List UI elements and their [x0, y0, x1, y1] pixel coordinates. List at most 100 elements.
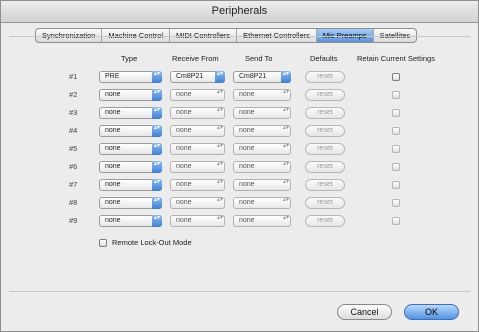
updown-arrows-icon: ▴▾	[215, 71, 225, 83]
send-to-popup: none ▴▾	[233, 197, 291, 209]
ok-button[interactable]: OK	[404, 304, 459, 320]
updown-arrows-icon: ▴▾	[282, 215, 290, 221]
remote-lockout-checkbox[interactable]	[99, 239, 107, 247]
send-to-popup: none ▴▾	[233, 125, 291, 137]
retain-settings-checkbox[interactable]	[392, 73, 400, 81]
updown-arrows-icon: ▴▾	[282, 125, 290, 131]
updown-arrows-icon: ▴▾	[216, 161, 224, 167]
receive-from-popup-value: none	[176, 109, 192, 116]
receive-from-popup[interactable]: Cm8P21 ▴▾	[170, 71, 225, 83]
peripherals-window: Peripherals Synchronization Machine Cont…	[0, 0, 479, 332]
updown-arrows-icon: ▴▾	[282, 89, 290, 95]
send-to-popup-value: none	[239, 127, 255, 134]
remote-lockout-label: Remote Lock-Out Mode	[112, 238, 192, 247]
reset-button: reset	[305, 107, 345, 119]
title-bar[interactable]: Peripherals	[1, 1, 478, 23]
receive-from-popup-value: none	[176, 181, 192, 188]
updown-arrows-icon: ▴▾	[216, 89, 224, 95]
send-to-popup[interactable]: Cm8P21 ▴▾	[233, 71, 291, 83]
updown-arrows-icon: ▴▾	[282, 197, 290, 203]
group-divider-bottom	[9, 291, 470, 292]
type-popup[interactable]: none ▴▾	[99, 215, 162, 227]
updown-arrows-icon: ▴▾	[216, 179, 224, 185]
receive-from-popup: none ▴▾	[170, 161, 225, 173]
updown-arrows-icon: ▴▾	[152, 197, 162, 209]
type-popup[interactable]: none ▴▾	[99, 125, 162, 137]
type-popup[interactable]: PRE ▴▾	[99, 71, 162, 83]
updown-arrows-icon: ▴▾	[152, 71, 162, 83]
retain-settings-checkbox	[392, 145, 400, 153]
receive-from-popup-value: none	[176, 199, 192, 206]
col-header-retain: Retain Current Settings	[357, 54, 435, 63]
type-popup[interactable]: none ▴▾	[99, 143, 162, 155]
reset-button: reset	[305, 143, 345, 155]
retain-settings-checkbox	[392, 199, 400, 207]
type-popup-value: none	[105, 217, 121, 224]
updown-arrows-icon: ▴▾	[282, 107, 290, 113]
col-header-defaults: Defaults	[310, 54, 338, 63]
reset-button: reset	[305, 215, 345, 227]
col-header-receive-from: Receive From	[172, 54, 219, 63]
receive-from-popup: none ▴▾	[170, 125, 225, 137]
updown-arrows-icon: ▴▾	[216, 197, 224, 203]
updown-arrows-icon: ▴▾	[281, 71, 291, 83]
updown-arrows-icon: ▴▾	[216, 125, 224, 131]
reset-button: reset	[305, 197, 345, 209]
row-label: #2	[69, 90, 78, 99]
reset-button: reset	[305, 125, 345, 137]
send-to-popup: none ▴▾	[233, 143, 291, 155]
send-to-popup-value: Cm8P21	[239, 73, 267, 80]
row-label: #5	[69, 144, 78, 153]
updown-arrows-icon: ▴▾	[282, 179, 290, 185]
type-popup[interactable]: none ▴▾	[99, 89, 162, 101]
row-label: #7	[69, 180, 78, 189]
updown-arrows-icon: ▴▾	[282, 143, 290, 149]
send-to-popup-value: none	[239, 109, 255, 116]
type-popup-value: none	[105, 109, 121, 116]
type-popup-value: none	[105, 181, 121, 188]
receive-from-popup: none ▴▾	[170, 197, 225, 209]
updown-arrows-icon: ▴▾	[216, 215, 224, 221]
send-to-popup: none ▴▾	[233, 107, 291, 119]
send-to-popup: none ▴▾	[233, 89, 291, 101]
send-to-popup-value: none	[239, 163, 255, 170]
receive-from-popup-value: none	[176, 217, 192, 224]
type-popup[interactable]: none ▴▾	[99, 107, 162, 119]
retain-settings-checkbox	[392, 181, 400, 189]
receive-from-popup-value: none	[176, 145, 192, 152]
updown-arrows-icon: ▴▾	[216, 143, 224, 149]
retain-settings-checkbox	[392, 91, 400, 99]
updown-arrows-icon: ▴▾	[152, 107, 162, 119]
type-popup[interactable]: none ▴▾	[99, 179, 162, 191]
group-divider-top	[9, 36, 470, 37]
updown-arrows-icon: ▴▾	[216, 107, 224, 113]
type-popup[interactable]: none ▴▾	[99, 197, 162, 209]
retain-settings-checkbox	[392, 127, 400, 135]
send-to-popup-value: none	[239, 217, 255, 224]
send-to-popup: none ▴▾	[233, 179, 291, 191]
send-to-popup: none ▴▾	[233, 215, 291, 227]
receive-from-popup-value: none	[176, 91, 192, 98]
updown-arrows-icon: ▴▾	[152, 161, 162, 173]
receive-from-popup: none ▴▾	[170, 89, 225, 101]
type-popup-value: PRE	[105, 73, 120, 80]
receive-from-popup: none ▴▾	[170, 143, 225, 155]
col-header-type: Type	[121, 54, 138, 63]
reset-button: reset	[305, 179, 345, 191]
type-popup-value: none	[105, 145, 121, 152]
cancel-button[interactable]: Cancel	[337, 304, 392, 320]
row-label: #1	[69, 72, 78, 81]
retain-settings-checkbox	[392, 217, 400, 225]
receive-from-popup: none ▴▾	[170, 215, 225, 227]
type-popup-value: none	[105, 163, 121, 170]
type-popup[interactable]: none ▴▾	[99, 161, 162, 173]
updown-arrows-icon: ▴▾	[152, 179, 162, 191]
window-title: Peripherals	[211, 5, 268, 17]
reset-button: reset	[305, 161, 345, 173]
receive-from-popup-value: none	[176, 163, 192, 170]
retain-settings-checkbox	[392, 109, 400, 117]
row-label: #6	[69, 162, 78, 171]
row-label: #8	[69, 198, 78, 207]
send-to-popup-value: none	[239, 145, 255, 152]
row-label: #3	[69, 108, 78, 117]
